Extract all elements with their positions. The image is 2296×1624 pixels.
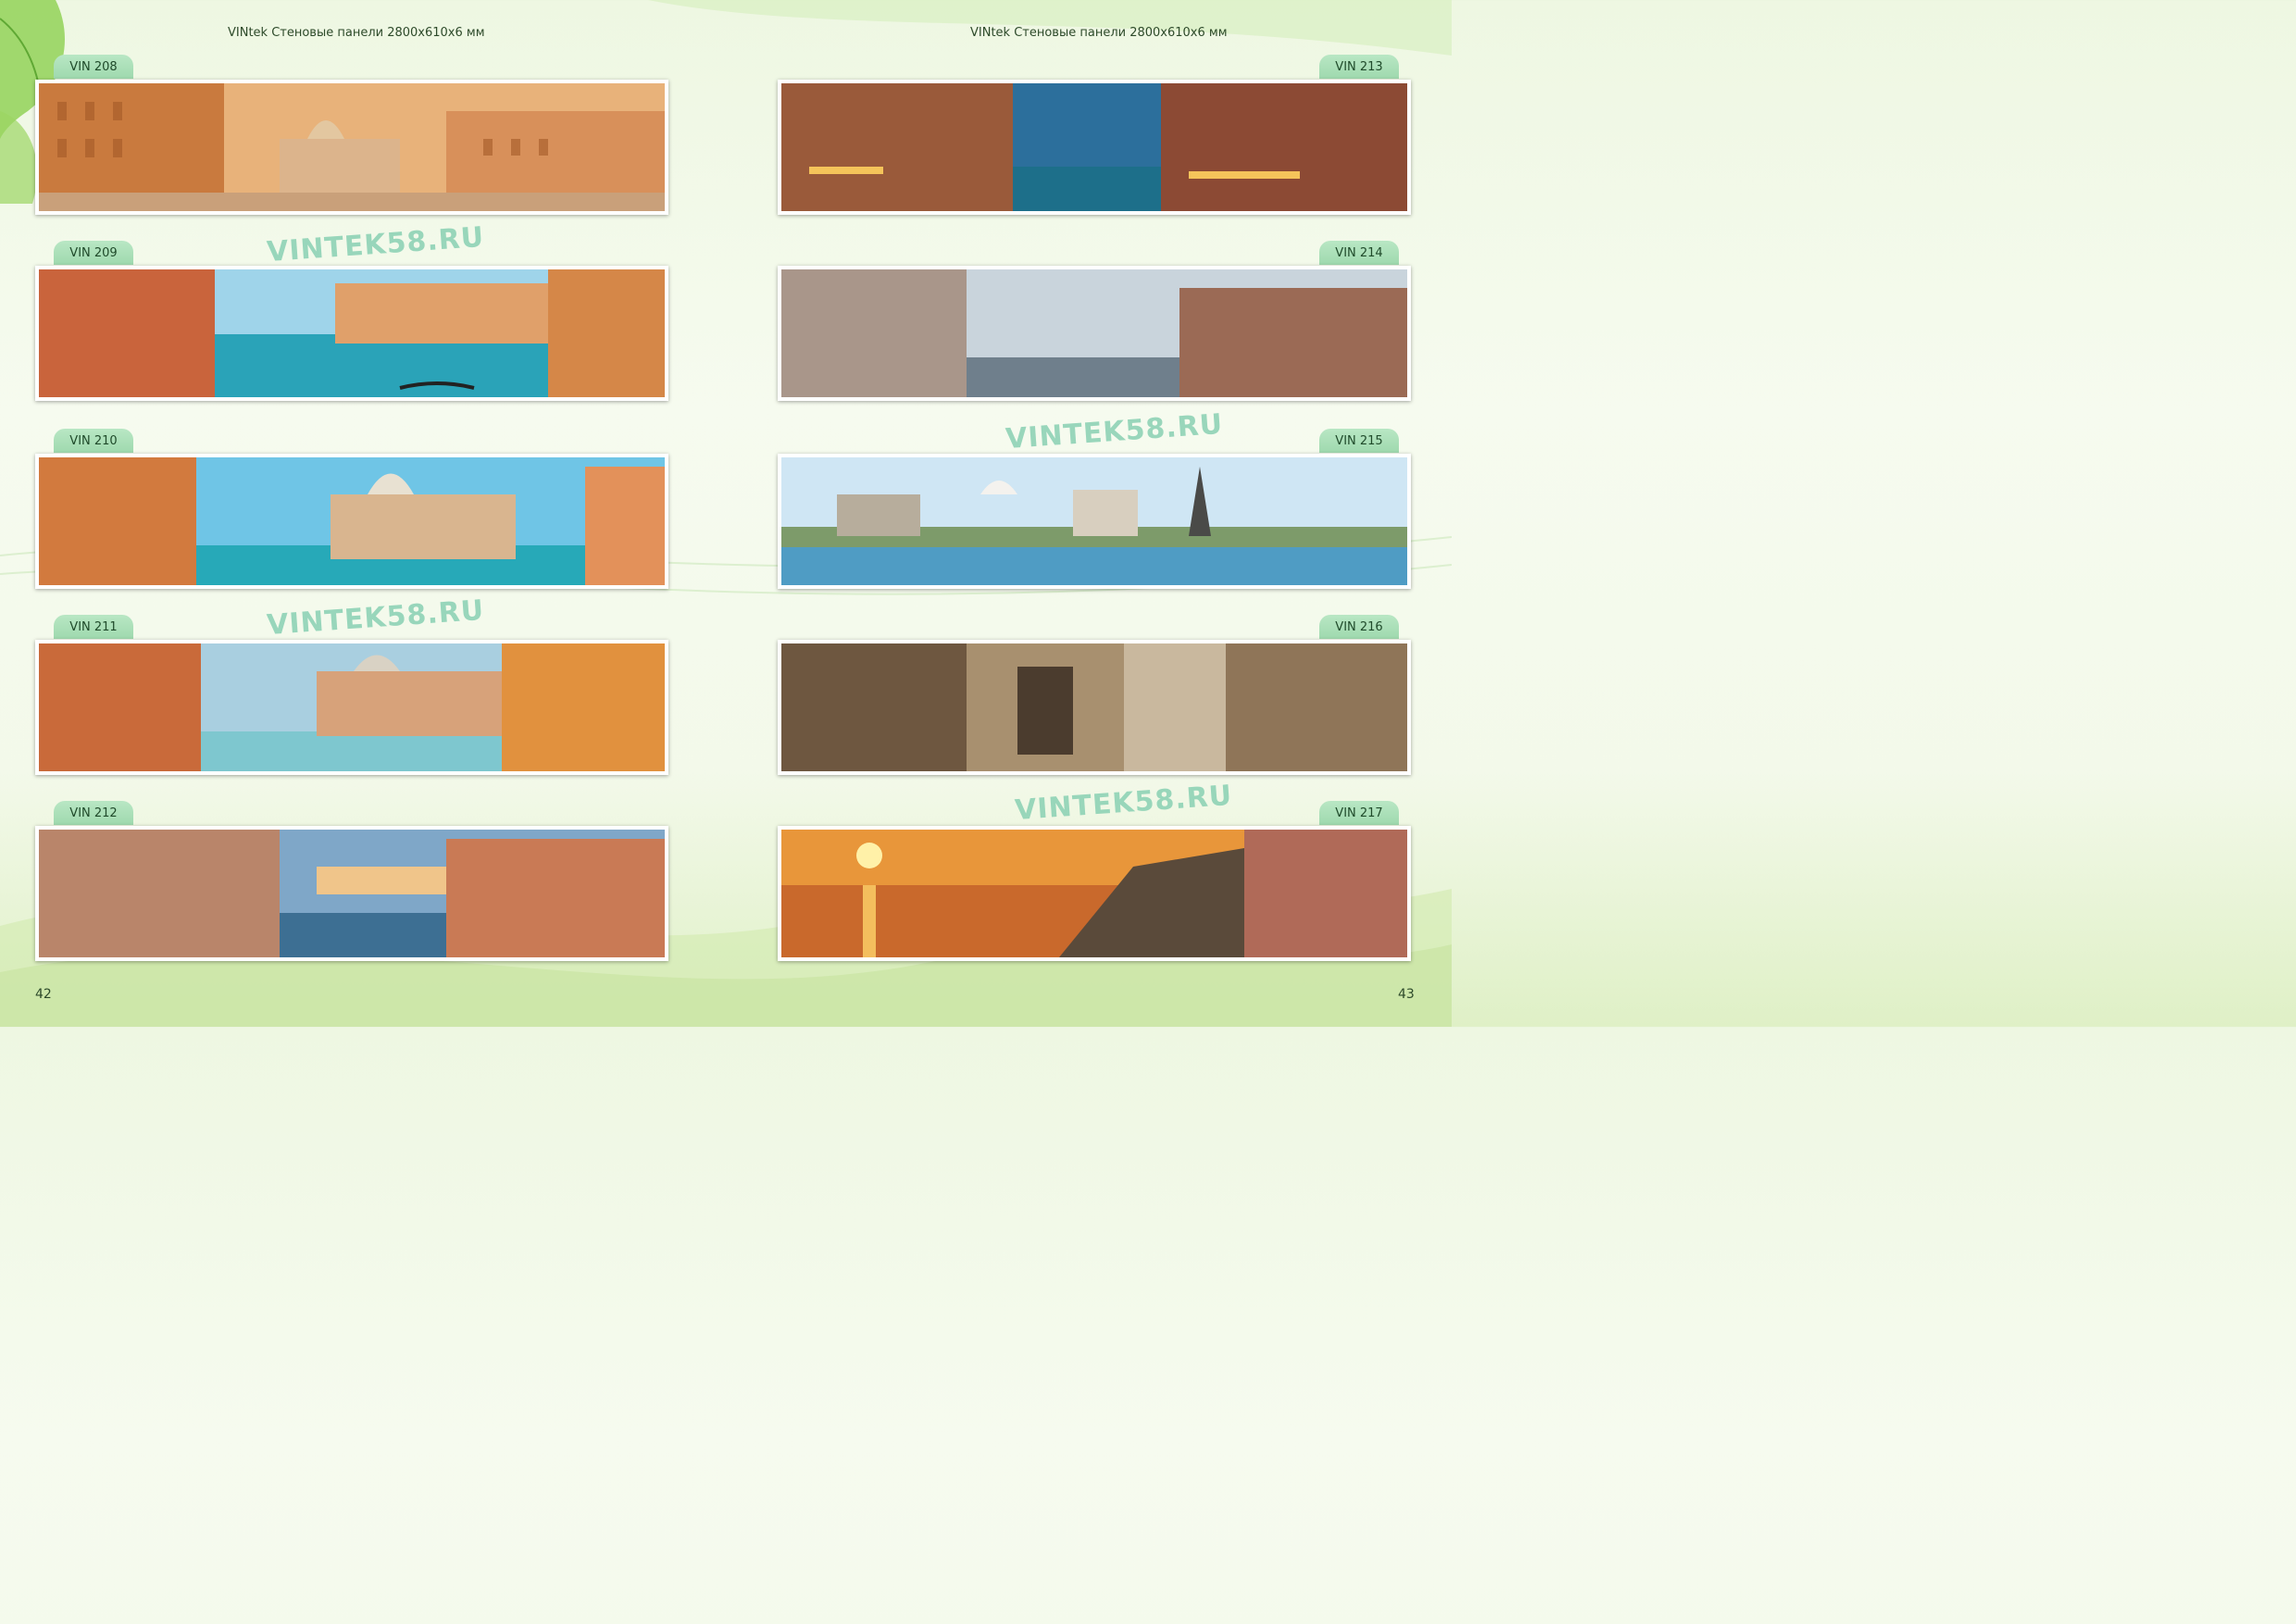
- panel-image-frame[interactable]: [35, 640, 668, 775]
- panel-code-tab: VIN 212: [54, 801, 133, 825]
- panel-image-frame[interactable]: [778, 266, 1411, 401]
- panel-code-tab: VIN 210: [54, 429, 133, 453]
- page-number-left: 42: [35, 987, 52, 1002]
- venice-gondola-image: [39, 269, 665, 397]
- panel-image-frame[interactable]: [778, 640, 1411, 775]
- coastal-sunset-image: [781, 830, 1407, 957]
- panel-code-tab: VIN 216: [1319, 615, 1399, 639]
- venice-sepia-collage-image: [781, 643, 1407, 771]
- panel-code-tab: VIN 214: [1319, 241, 1399, 265]
- panel-image-frame[interactable]: [35, 454, 668, 589]
- panel-code-tab: VIN 211: [54, 615, 133, 639]
- panel-image-frame[interactable]: [778, 454, 1411, 589]
- paris-landmarks-image: [781, 457, 1407, 585]
- panel-image-frame[interactable]: [778, 80, 1411, 215]
- venice-vintage-image: [39, 83, 665, 211]
- venice-night-image: [781, 83, 1407, 211]
- panel-code-tab: VIN 209: [54, 241, 133, 265]
- panel-code-tab: VIN 217: [1319, 801, 1399, 825]
- venice-dusk-image: [39, 830, 665, 957]
- venice-salute-image: [39, 457, 665, 585]
- venice-cloudy-image: [39, 643, 665, 771]
- panel-image-frame[interactable]: [35, 826, 668, 961]
- panel-code-tab: VIN 208: [54, 55, 133, 79]
- venice-evening-image: [781, 269, 1407, 397]
- panel-image-frame[interactable]: [35, 80, 668, 215]
- page-number-right: 43: [1398, 987, 1415, 1002]
- panel-code-tab: VIN 213: [1319, 55, 1399, 79]
- page-header-right: VINtek Стеновые панели 2800x610x6 мм: [970, 26, 1228, 40]
- panel-image-frame[interactable]: [35, 266, 668, 401]
- panel-image-frame[interactable]: [778, 826, 1411, 961]
- page-header-left: VINtek Стеновые панели 2800x610x6 мм: [228, 26, 485, 40]
- panel-code-tab: VIN 215: [1319, 429, 1399, 453]
